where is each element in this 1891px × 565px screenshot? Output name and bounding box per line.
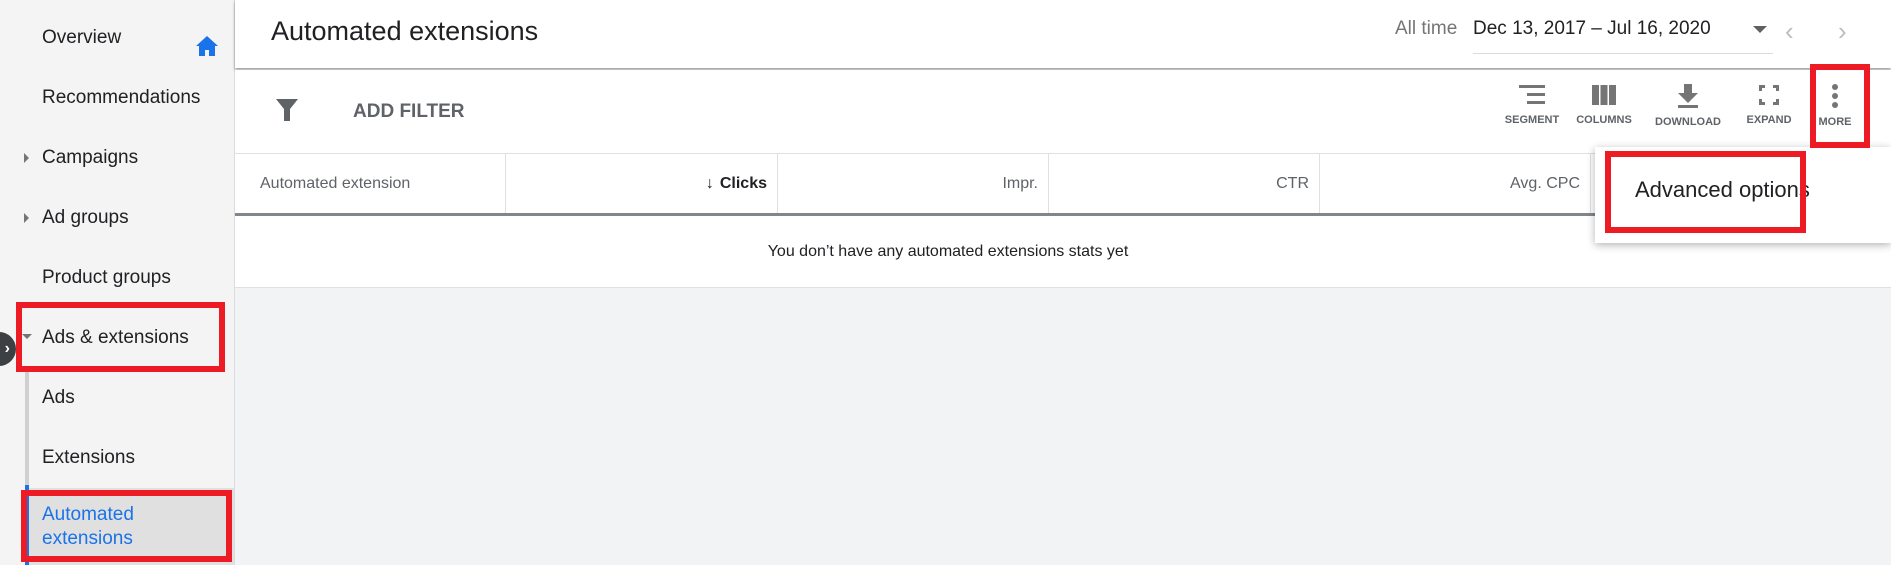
sidebar-item-label: Ads & extensions xyxy=(42,327,189,348)
segment-button[interactable]: SEGMENT xyxy=(1497,84,1567,126)
column-header-avg-cpc[interactable]: Avg. CPC xyxy=(1320,154,1591,213)
expand-icon xyxy=(1759,85,1779,105)
next-period-button[interactable]: › xyxy=(1838,16,1847,47)
columns-button[interactable]: COLUMNS xyxy=(1569,84,1639,126)
date-range-value: Dec 13, 2017 – Jul 16, 2020 xyxy=(1473,18,1711,39)
column-label: Impr. xyxy=(1002,174,1038,192)
column-header-impr[interactable]: Impr. xyxy=(778,154,1049,213)
download-icon xyxy=(1678,84,1698,108)
columns-label: COLUMNS xyxy=(1576,114,1632,126)
columns-icon xyxy=(1592,85,1616,105)
more-button[interactable]: MORE xyxy=(1805,84,1865,128)
download-button[interactable]: DOWNLOAD xyxy=(1648,84,1728,128)
chevron-left-icon: ‹ xyxy=(1785,16,1794,46)
sidebar-item-label: Recommendations xyxy=(42,87,201,108)
sidebar-item-label: Campaigns xyxy=(42,147,139,168)
date-preset: All time xyxy=(1395,18,1458,39)
more-label: MORE xyxy=(1818,116,1852,128)
sidebar-item-label: Ad groups xyxy=(42,207,129,228)
sidebar-item-ads-extensions[interactable]: Ads & extensions xyxy=(0,308,234,368)
column-label: CTR xyxy=(1276,174,1309,192)
column-header-ctr[interactable]: CTR xyxy=(1049,154,1320,213)
more-vert-icon xyxy=(1832,84,1838,108)
column-header-clicks[interactable]: ↓ Clicks xyxy=(506,154,778,213)
sidebar-item-campaigns[interactable]: Campaigns xyxy=(0,128,234,188)
expand-button[interactable]: EXPAND xyxy=(1734,84,1804,126)
empty-message: You don’t have any automated extensions … xyxy=(767,242,1129,260)
download-label: DOWNLOAD xyxy=(1655,116,1721,128)
caret-right-icon xyxy=(24,153,29,163)
table-header: Automated extension ↓ Clicks Impr. CTR Av… xyxy=(235,154,1655,216)
column-header-automated-extension[interactable]: Automated extension xyxy=(235,154,506,213)
toolbar: ADD FILTER SEGMENT COLUMNS DOWNLOAD EXPA… xyxy=(235,70,1891,154)
expand-label: EXPAND xyxy=(1746,114,1792,126)
filter-icon[interactable] xyxy=(275,98,299,122)
sidebar-item-label: Automated extensions xyxy=(42,503,134,549)
caret-right-icon xyxy=(24,213,29,223)
chevron-right-icon: › xyxy=(1838,16,1847,46)
sidebar-item-label: Extensions xyxy=(42,447,135,468)
chevron-right-icon: › xyxy=(4,340,10,357)
page-title: Automated extensions xyxy=(271,16,539,46)
segment-icon xyxy=(1519,85,1545,104)
column-label: Automated extension xyxy=(260,174,411,192)
sidebar-item-label: Ads xyxy=(42,387,75,408)
sidebar-item-recommendations[interactable]: Recommendations xyxy=(0,68,234,128)
column-label: Clicks xyxy=(719,174,767,192)
sidebar-item-extensions[interactable]: Extensions xyxy=(0,428,234,488)
menu-item-advanced-options[interactable]: Advanced options xyxy=(1635,177,1810,203)
sidebar-item-automated-extensions[interactable]: Automated extensions xyxy=(29,488,234,565)
previous-period-button[interactable]: ‹ xyxy=(1785,16,1794,47)
sidebar-item-product-groups[interactable]: Product groups xyxy=(0,248,234,308)
date-range-selector[interactable]: Dec 13, 2017 – Jul 16, 2020 xyxy=(1473,16,1773,54)
sort-arrow-down-icon: ↓ xyxy=(705,174,714,192)
active-indicator xyxy=(25,485,29,565)
dropdown-arrow-icon xyxy=(1753,26,1767,33)
home-icon xyxy=(196,36,218,56)
sidebar: Overview Recommendations Campaigns Ad gr… xyxy=(0,0,235,565)
segment-label: SEGMENT xyxy=(1504,114,1560,126)
sidebar-item-label: Product groups xyxy=(42,267,171,288)
caret-down-icon xyxy=(22,334,32,339)
add-filter-button[interactable]: ADD FILTER xyxy=(353,101,465,123)
column-label: Avg. CPC xyxy=(1510,174,1580,192)
sidebar-item-overview[interactable]: Overview xyxy=(0,8,234,68)
sidebar-item-ad-groups[interactable]: Ad groups xyxy=(0,188,234,248)
sidebar-item-label: Overview xyxy=(42,27,122,48)
more-menu: Advanced options xyxy=(1595,147,1891,243)
sidebar-item-ads[interactable]: Ads xyxy=(0,368,234,428)
